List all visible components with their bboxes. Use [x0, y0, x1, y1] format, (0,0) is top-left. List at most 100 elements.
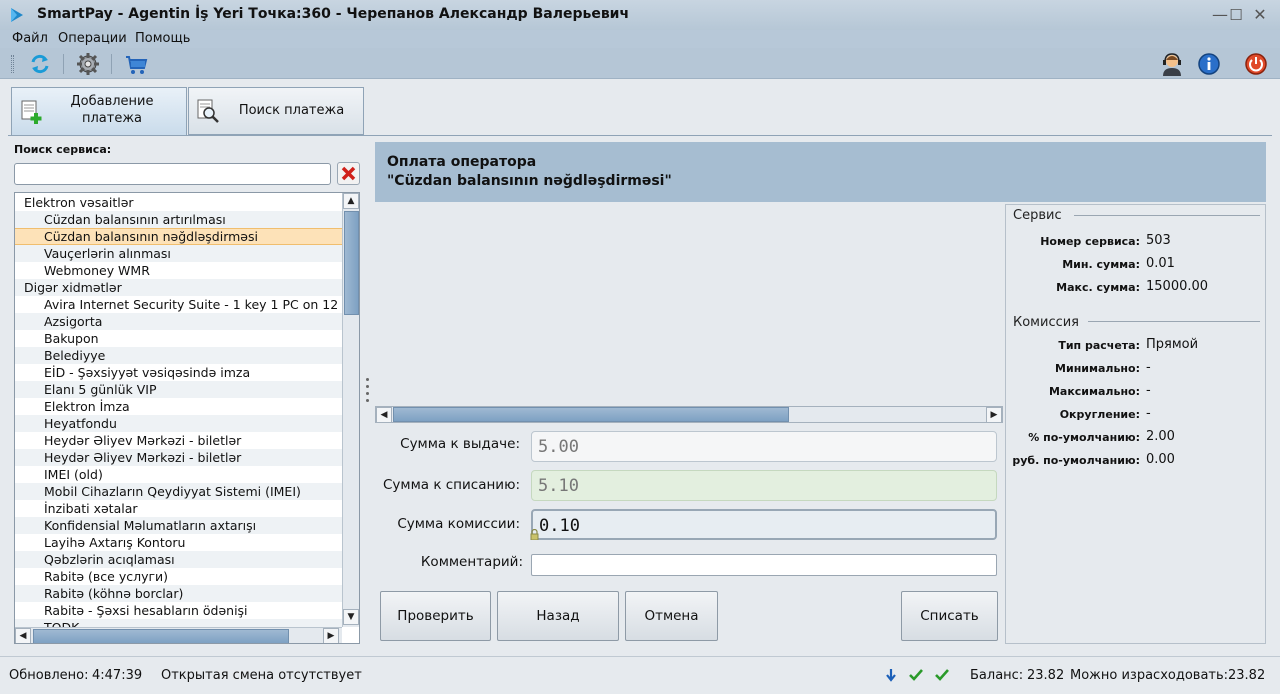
scroll-down-icon[interactable]: ▼	[343, 609, 359, 625]
scroll-right-icon[interactable]: ▶	[986, 407, 1002, 423]
service-item-label: Belediyye	[44, 348, 106, 363]
service-item-label: Rabitə - Şəxsi hesabların ödənişi	[44, 603, 248, 618]
info-key: % по-умолчанию:	[1028, 431, 1140, 444]
debit-button[interactable]: Списать	[901, 591, 998, 641]
panel-splitter[interactable]	[366, 378, 370, 408]
spendable-label: Можно израсходовать:	[1070, 668, 1229, 683]
scroll-right-icon[interactable]: ▶	[323, 628, 339, 643]
service-item[interactable]: Rabitə (все услуги)	[15, 568, 342, 585]
spendable-value: 23.82	[1228, 668, 1266, 683]
scroll-thumb[interactable]	[393, 407, 789, 422]
cancel-button[interactable]: Отмена	[625, 591, 718, 641]
cart-icon[interactable]	[123, 51, 149, 77]
service-item[interactable]: Belediyye	[15, 347, 342, 364]
check-icon	[909, 669, 923, 681]
service-item[interactable]: Heyatfondu	[15, 415, 342, 432]
info-key: Минимально:	[1055, 362, 1140, 375]
tab-panel-border	[8, 135, 1272, 136]
commission-label: Сумма комиссии:	[397, 516, 520, 532]
info-key: Округление:	[1059, 408, 1140, 421]
service-search-label: Поиск сервиса:	[14, 143, 112, 156]
close-icon[interactable]: ✕	[1250, 5, 1270, 25]
info-value: 0.00	[1146, 452, 1175, 467]
service-item[interactable]: IMEI (old)	[15, 466, 342, 483]
tab-add-line1: Добавление	[70, 94, 154, 109]
service-list-hscroll[interactable]: ◀ ▶	[15, 627, 342, 643]
service-item[interactable]: Rabitə (köhnə borclar)	[15, 585, 342, 602]
service-item[interactable]: Cüzdan balansının nəğdləşdirməsi	[15, 228, 342, 245]
service-item-label: TODK	[44, 619, 79, 627]
balance-label: Баланс:	[970, 668, 1024, 683]
menu-file[interactable]: Файл	[12, 31, 48, 46]
menu-help[interactable]: Помощь	[135, 31, 190, 46]
service-item[interactable]: Konfidensial Məlumatların axtarışı	[15, 517, 342, 534]
service-item[interactable]: Heydər Əliyev Mərkəzi - biletlər	[15, 432, 342, 449]
service-item-label: Rabitə (все услуги)	[44, 569, 169, 584]
info-icon[interactable]	[1196, 51, 1222, 77]
tab-add-line2: платежа	[81, 111, 143, 126]
info-key: Тип расчета:	[1058, 339, 1140, 352]
service-item[interactable]: Elanı 5 günlük VIP	[15, 381, 342, 398]
tab-add-payment[interactable]: Добавление платежа	[11, 87, 187, 136]
shift-status: Открытая смена отсутствует	[161, 668, 362, 683]
service-item[interactable]: EİD - Şəxsiyyət vəsiqəsində imza	[15, 364, 342, 381]
info-value: 0.01	[1146, 256, 1175, 271]
service-group[interactable]: Elektron vəsaitlər	[15, 194, 342, 211]
scroll-up-icon[interactable]: ▲	[343, 193, 359, 209]
service-item-label: IMEI (old)	[44, 467, 103, 482]
service-list-rows: Elektron vəsaitlər Cüzdan balansının artı…	[15, 193, 342, 627]
scroll-thumb[interactable]	[344, 211, 359, 315]
check-icon	[935, 669, 949, 681]
check-button[interactable]: Проверить	[380, 591, 491, 641]
service-item[interactable]: Vauçerlərin alınması	[15, 245, 342, 262]
service-item[interactable]: Layihə Axtarış Kontoru	[15, 534, 342, 551]
service-item[interactable]: Qəbzlərin acıqlaması	[15, 551, 342, 568]
refresh-icon[interactable]	[27, 51, 53, 77]
service-item[interactable]: TODK	[15, 619, 342, 627]
service-item[interactable]: Mobil Cihazların Qeydiyyat Sistemi (IMEI…	[15, 483, 342, 500]
support-operator-icon[interactable]	[1159, 51, 1185, 77]
lock-icon	[530, 529, 539, 540]
arrow-down-icon	[886, 669, 896, 682]
service-list: Elektron vəsaitlər Cüzdan balansının artı…	[14, 192, 360, 644]
service-item[interactable]: Heydər Əliyev Mərkəzi - biletlər	[15, 449, 342, 466]
content-hscroll[interactable]: ◀ ▶	[375, 406, 1003, 423]
service-item-label: Heydər Əliyev Mərkəzi - biletlər	[44, 450, 242, 465]
service-search-input[interactable]	[14, 163, 331, 185]
updated-label: Обновлено:	[9, 668, 89, 683]
service-list-vscroll[interactable]: ▲ ▼	[342, 193, 359, 627]
toolbar-grip[interactable]	[11, 55, 14, 73]
service-item[interactable]: Azsigorta	[15, 313, 342, 330]
service-item[interactable]: Rabitə - Şəxsi hesabların ödənişi	[15, 602, 342, 619]
comment-field[interactable]	[531, 554, 997, 576]
power-icon[interactable]	[1243, 51, 1269, 77]
scroll-left-icon[interactable]: ◀	[376, 407, 392, 423]
service-item[interactable]: Bakupon	[15, 330, 342, 347]
service-item[interactable]: Webmoney WMR	[15, 262, 342, 279]
info-value: Прямой	[1146, 337, 1199, 352]
title-bar: SmartPay - Agentin İş Yeri Точка:360 - Ч…	[0, 0, 1280, 30]
service-group[interactable]: Digər xidmətlər	[15, 279, 342, 296]
info-value: -	[1146, 360, 1151, 375]
scroll-thumb[interactable]	[33, 629, 289, 643]
commission-field[interactable]: 0.10	[531, 509, 997, 540]
scroll-left-icon[interactable]: ◀	[15, 628, 31, 643]
menu-operations[interactable]: Операции	[58, 31, 127, 46]
service-item-label: Heyatfondu	[44, 416, 117, 431]
service-item[interactable]: İnzibati xətalar	[15, 500, 342, 517]
operator-title: Оплата оператора	[387, 154, 537, 170]
service-item[interactable]: Elektron İmza	[15, 398, 342, 415]
gear-icon[interactable]	[75, 51, 101, 77]
clear-search-button[interactable]	[337, 162, 360, 185]
tab-search-payment[interactable]: Поиск платежа	[188, 87, 364, 135]
service-item-label: Elektron İmza	[44, 399, 130, 414]
service-item[interactable]: Cüzdan balansının artırılması	[15, 211, 342, 228]
service-item-label: Heydər Əliyev Mərkəzi - biletlər	[44, 433, 242, 448]
toolbar	[0, 48, 1280, 79]
service-item[interactable]: Avira Internet Security Suite - 1 key 1 …	[15, 296, 342, 313]
back-button[interactable]: Назад	[497, 591, 619, 641]
maximize-icon[interactable]: ☐	[1226, 5, 1246, 25]
status-bar: Обновлено: 4:47:39 Открытая смена отсутс…	[0, 656, 1280, 694]
debit-field[interactable]: 5.10	[531, 470, 997, 501]
payout-field[interactable]: 5.00	[531, 431, 997, 462]
